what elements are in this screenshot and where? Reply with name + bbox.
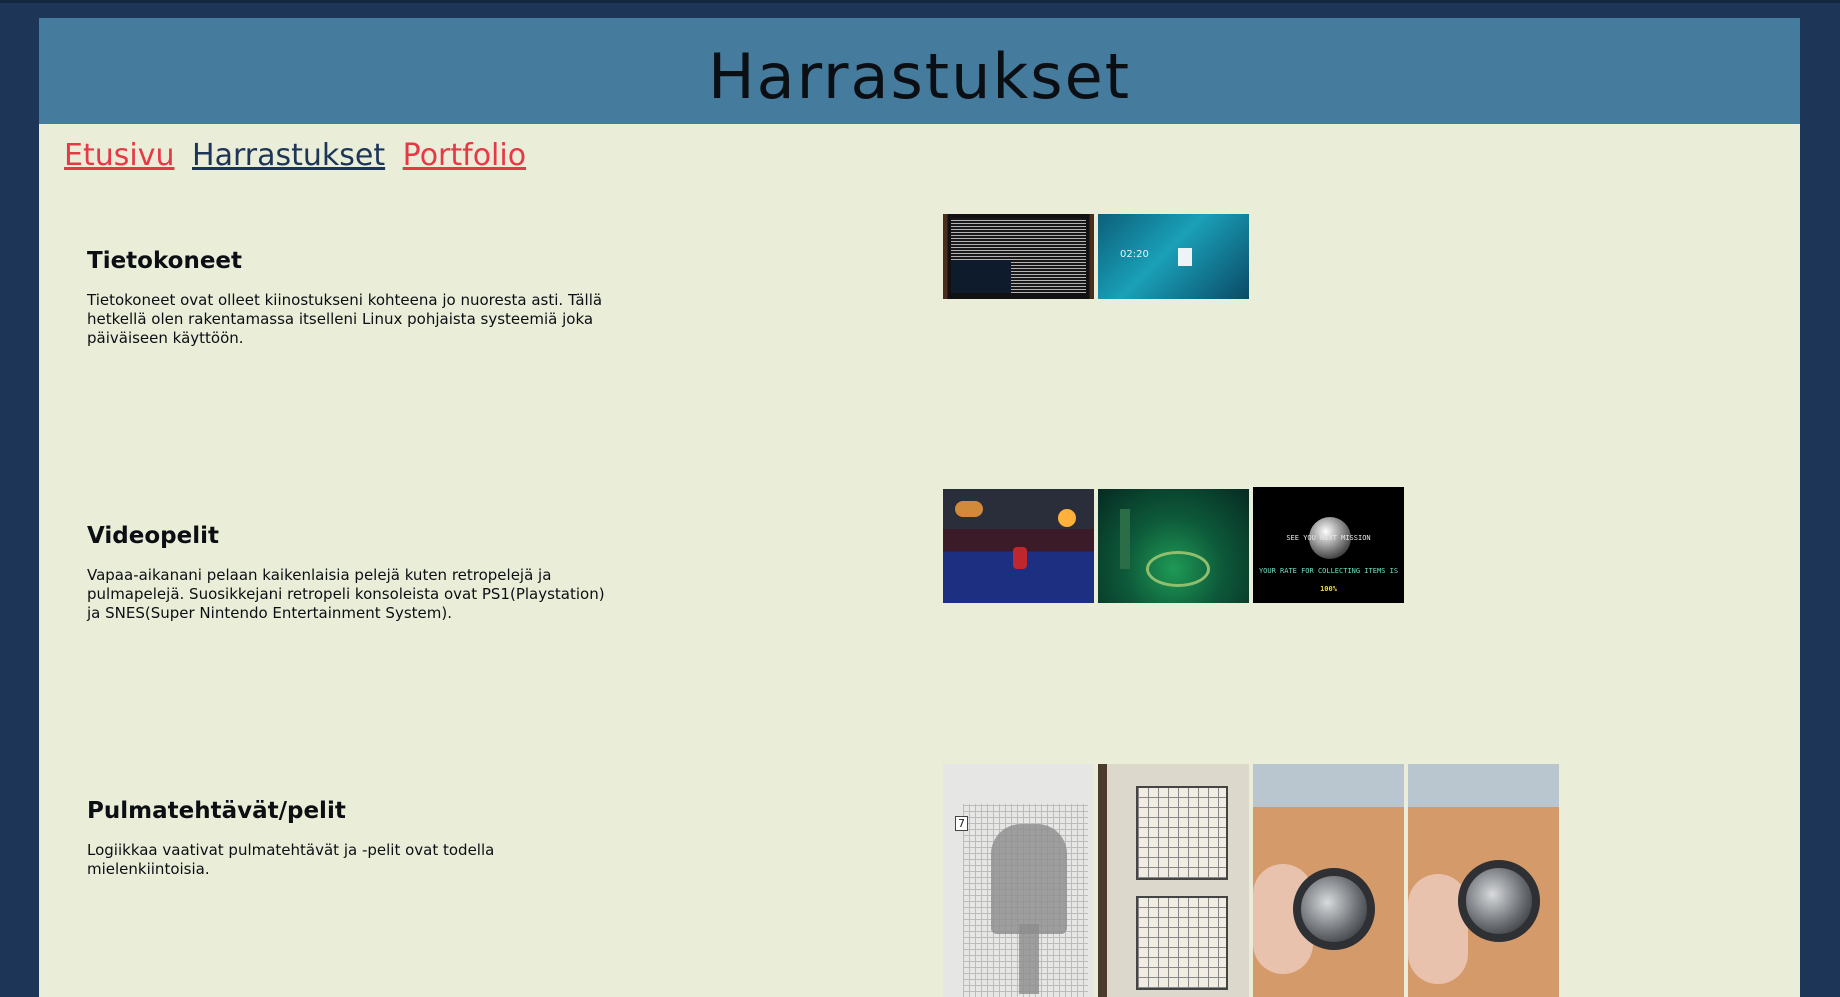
section-videopelit: Videopelit Vapaa-aikanani pelaan kaikenl… — [87, 487, 1787, 623]
section-title: Tietokoneet — [87, 248, 243, 274]
page-container: Harrastukset Etusivu Harrastukset Portfo… — [39, 18, 1800, 997]
nonogram-stem — [1019, 924, 1039, 994]
image-gallery: 02:20 — [943, 214, 1249, 299]
image-gallery: 7 — [943, 764, 1559, 997]
section-text: Vapaa-aikanani pelaan kaikenlaisia pelej… — [87, 566, 605, 622]
nav-link-etusivu[interactable]: Etusivu — [64, 138, 174, 173]
sudoku-grid-bottom — [1136, 896, 1228, 990]
game-hud-icon — [955, 501, 983, 517]
page-header: Harrastukset — [39, 18, 1800, 124]
section-text: Tietokoneet ovat olleet kiinostukseni ko… — [87, 291, 603, 347]
nav-link-harrastukset[interactable]: Harrastukset — [192, 138, 385, 173]
section-pulmatehtavat: Pulmatehtävät/pelit Logiikkaa vaativat p… — [87, 764, 1787, 997]
lock-screen-card — [1178, 248, 1192, 266]
nonogram-shape — [991, 824, 1067, 934]
section-text: Logiikkaa vaativat pulmatehtävät ja -pel… — [87, 841, 495, 878]
nav-link-portfolio[interactable]: Portfolio — [403, 138, 526, 173]
game-caption-line-3: 100% — [1320, 585, 1337, 593]
game-glow-icon — [1058, 509, 1076, 527]
game-screenshot-1[interactable] — [943, 489, 1094, 603]
lock-screen-photo[interactable]: 02:20 — [1098, 214, 1249, 299]
nonogram-photo[interactable]: 7 — [943, 764, 1094, 997]
section-title: Videopelit — [87, 523, 219, 549]
sudoku-book-photo[interactable] — [1098, 764, 1249, 997]
game-caption-line-2: YOUR RATE FOR COLLECTING ITEMS IS — [1258, 567, 1399, 575]
page-title: Harrastukset — [707, 40, 1132, 113]
metal-puzzle-ball — [1458, 860, 1540, 942]
terminal-screen-photo[interactable] — [943, 214, 1094, 299]
main-nav: Etusivu Harrastukset Portfolio — [64, 138, 534, 173]
section-tietokoneet: Tietokoneet Tietokoneet ovat olleet kiin… — [87, 214, 1787, 348]
game-pillar-shape — [1120, 509, 1130, 569]
metal-puzzle-photo-1[interactable] — [1253, 764, 1404, 997]
metal-puzzle-ball — [1293, 868, 1375, 950]
game-character-icon — [1013, 547, 1027, 569]
metal-puzzle-photo-2[interactable] — [1408, 764, 1559, 997]
lock-screen-time: 02:20 — [1120, 249, 1149, 260]
game-screenshot-3[interactable]: SEE YOU NEXT MISSION YOUR RATE FOR COLLE… — [1253, 487, 1404, 603]
game-caption-line-1: SEE YOU NEXT MISSION — [1286, 534, 1371, 542]
sudoku-grid-top — [1136, 786, 1228, 880]
game-ring-shape — [1146, 551, 1210, 587]
terminal-side-panel — [951, 260, 1011, 293]
nonogram-number: 7 — [955, 816, 968, 831]
window-top-bar — [0, 0, 1840, 3]
image-gallery: SEE YOU NEXT MISSION YOUR RATE FOR COLLE… — [943, 487, 1404, 603]
game-screenshot-2[interactable] — [1098, 489, 1249, 603]
